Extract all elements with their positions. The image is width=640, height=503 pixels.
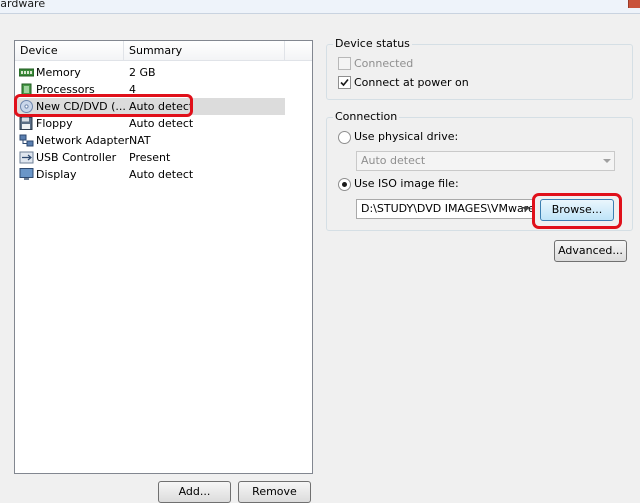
device-row-network-adapter[interactable]: Network Adapter NAT xyxy=(15,132,285,149)
physical-drive-value: Auto detect xyxy=(361,154,426,167)
use-physical-drive-radio[interactable] xyxy=(338,131,351,144)
device-row-memory[interactable]: Memory 2 GB xyxy=(15,64,285,81)
window-title: Hardware xyxy=(0,0,46,10)
connect-at-power-on-checkbox[interactable] xyxy=(338,76,351,89)
usb-controller-icon xyxy=(19,151,34,164)
column-header-summary[interactable]: Summary xyxy=(124,41,285,61)
checkmark-icon xyxy=(340,78,349,87)
connected-checkbox[interactable] xyxy=(338,57,351,70)
use-physical-drive-label: Use physical drive: xyxy=(354,130,459,143)
device-status-label: Device status xyxy=(333,37,412,50)
chevron-down-icon xyxy=(522,207,530,211)
use-iso-radio[interactable] xyxy=(338,178,351,191)
iso-path-combo[interactable]: D:\STUDY\DVD IMAGES\VMware xyxy=(356,199,534,219)
close-icon[interactable] xyxy=(628,0,640,8)
device-status-group: Device status xyxy=(326,37,633,100)
connection-label: Connection xyxy=(333,110,400,123)
device-list-header: Device Summary xyxy=(15,41,312,61)
floppy-icon xyxy=(19,117,33,130)
device-row-floppy[interactable]: Floppy Auto detect xyxy=(15,115,285,132)
device-summary: NAT xyxy=(129,134,151,147)
network-adapter-icon xyxy=(19,134,34,147)
column-header-device[interactable]: Device xyxy=(15,41,124,61)
connected-label: Connected xyxy=(354,57,414,70)
device-name: Floppy xyxy=(36,117,73,130)
device-name: Network Adapter xyxy=(36,134,130,147)
device-row-usb-controller[interactable]: USB Controller Present xyxy=(15,149,285,166)
chevron-down-icon xyxy=(603,159,611,163)
iso-path-value: D:\STUDY\DVD IMAGES\VMware xyxy=(361,202,534,215)
device-row-display[interactable]: Display Auto detect xyxy=(15,166,285,183)
physical-drive-select[interactable]: Auto detect xyxy=(356,151,615,171)
device-summary: Auto detect xyxy=(129,117,194,130)
window-titlebar: Hardware xyxy=(0,0,640,14)
memory-icon xyxy=(19,68,34,77)
advanced-button[interactable]: Advanced... xyxy=(554,240,627,262)
device-summary: Present xyxy=(129,151,171,164)
connect-at-power-on-label: Connect at power on xyxy=(354,76,469,89)
add-button[interactable]: Add... xyxy=(158,481,231,503)
device-name: Display xyxy=(36,168,77,181)
use-iso-label: Use ISO image file: xyxy=(354,177,459,190)
device-name: USB Controller xyxy=(36,151,117,164)
device-summary: Auto detect xyxy=(129,168,194,181)
remove-button[interactable]: Remove xyxy=(238,481,311,503)
annotation-ring-cd-dvd xyxy=(14,94,193,117)
device-name: Memory xyxy=(36,66,81,79)
device-summary: 2 GB xyxy=(129,66,156,79)
display-icon xyxy=(19,168,34,180)
annotation-ring-browse xyxy=(532,193,622,229)
